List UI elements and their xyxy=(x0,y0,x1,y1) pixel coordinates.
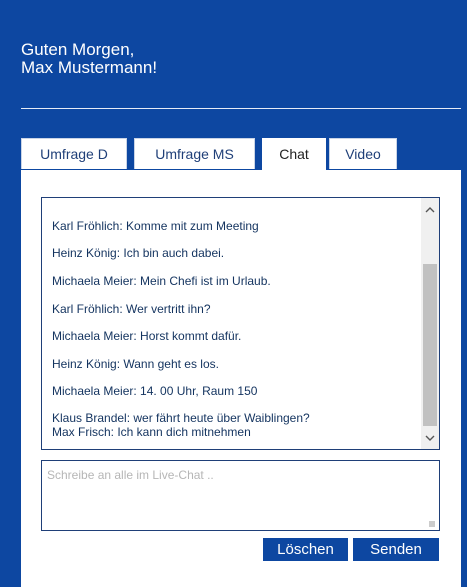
greeting: Guten Morgen, Max Mustermann! xyxy=(21,41,157,77)
chat-message: Heinz König: Wann geht es los. xyxy=(52,357,219,371)
chat-message: Klaus Brandel: wer fährt heute über Waib… xyxy=(52,411,310,425)
tab-bar: Umfrage D Umfrage MS Chat Video xyxy=(21,138,461,171)
chat-message: Karl Fröhlich: Wer vertritt ihn? xyxy=(52,302,211,316)
chat-input-box xyxy=(41,460,440,531)
chat-message: Michaela Meier: Mein Chefi ist im Urlaub… xyxy=(52,274,271,288)
scrollbar-thumb[interactable] xyxy=(423,264,437,426)
tab-umfrage-ms[interactable]: Umfrage MS xyxy=(134,138,255,169)
resize-grip-icon[interactable] xyxy=(429,521,435,527)
chat-input[interactable] xyxy=(42,461,439,530)
tab-video[interactable]: Video xyxy=(329,138,397,169)
chat-message: Michaela Meier: Horst kommt dafür. xyxy=(52,329,242,343)
tab-umfrage-d[interactable]: Umfrage D xyxy=(21,138,127,169)
chevron-down-icon[interactable] xyxy=(421,430,439,448)
app-frame: Guten Morgen, Max Mustermann! Umfrage D … xyxy=(0,0,467,587)
chat-message: Heinz König: Ich bin auch dabei. xyxy=(52,246,225,260)
chevron-up-icon-glyph xyxy=(425,207,435,213)
greeting-line-1: Guten Morgen, xyxy=(21,40,135,59)
header-divider xyxy=(21,108,461,109)
send-button[interactable]: Senden xyxy=(353,538,439,561)
chevron-up-icon[interactable] xyxy=(421,202,439,220)
chevron-down-icon-glyph xyxy=(425,435,435,441)
chat-scrollbar[interactable] xyxy=(421,198,439,449)
tab-chat[interactable]: Chat xyxy=(262,138,326,171)
delete-button[interactable]: Löschen xyxy=(263,538,348,561)
chat-message: Karl Fröhlich: Komme mit zum Meeting xyxy=(52,219,259,233)
greeting-line-2: Max Mustermann! xyxy=(21,58,158,77)
chat-message: Michaela Meier: 14. 00 Uhr, Raum 150 xyxy=(52,384,258,398)
chat-message: Max Frisch: Ich kann dich mitnehmen xyxy=(52,425,251,439)
chat-log[interactable]: Karl Fröhlich: Komme mit zum Meeting Hei… xyxy=(41,197,440,450)
